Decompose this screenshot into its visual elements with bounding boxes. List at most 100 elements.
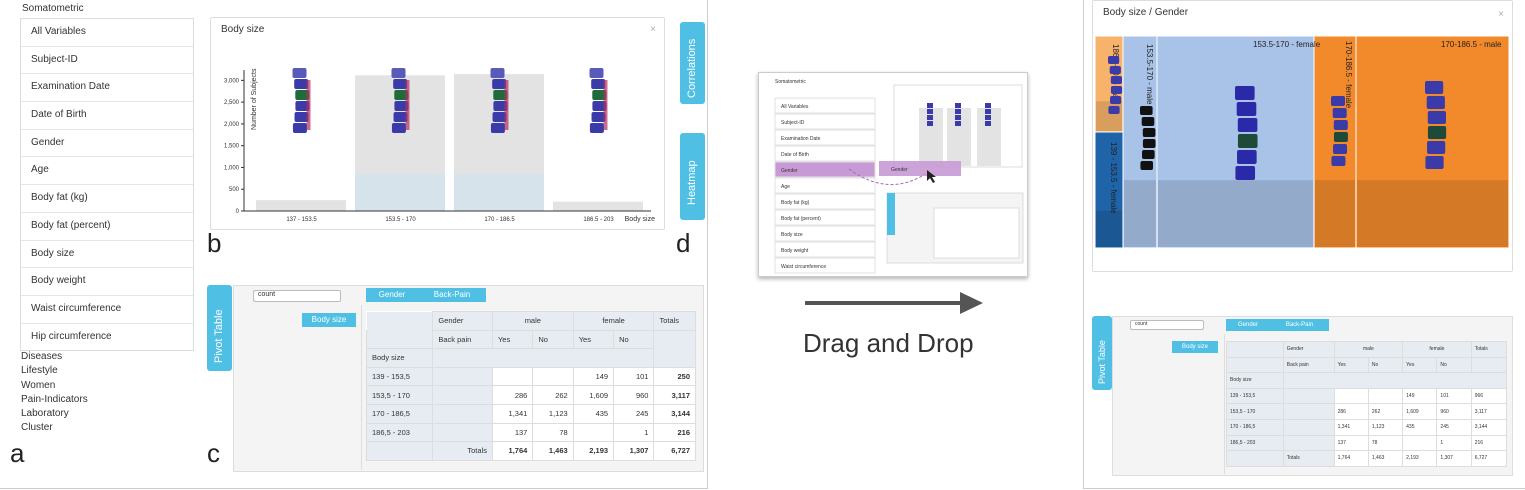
vertebra-icon [1331, 156, 1346, 166]
table-cell: 1,341 [491, 403, 534, 424]
mini-variable-label: Somatometric [775, 79, 806, 85]
table-cell [532, 366, 574, 387]
table-row: 170 - 186,5 1,341 1,123 435 245 3,144 [1226, 418, 1508, 436]
variable-item[interactable]: All Variables [21, 19, 193, 47]
variable-item[interactable]: Age [21, 157, 193, 186]
aggregator-select-small[interactable]: count [1130, 320, 1204, 330]
vertebra-icon [1108, 56, 1120, 64]
table-cell: 6,727 [653, 441, 696, 461]
table-row: 153,5 - 170 286 262 1,609 960 3,117 [1226, 403, 1508, 420]
table-cell: 216 [1470, 434, 1508, 452]
category-item[interactable]: Cluster [21, 421, 88, 435]
variable-item[interactable]: Examination Date [21, 74, 193, 103]
category-item[interactable]: Laboratory [21, 407, 88, 421]
category-title: Somatometric [22, 3, 84, 14]
table-row: 153,5 - 170 286 262 1,609 960 3,117 [365, 385, 696, 405]
tab-pivot-table[interactable]: Pivot Table [207, 285, 232, 371]
table-cell: 137 [1333, 434, 1369, 452]
table-cell: 1,307 [613, 441, 655, 461]
treemap-cell-shade [1315, 180, 1355, 247]
spine-highlight [504, 80, 509, 130]
pill-back-pain[interactable]: Back-Pain [418, 288, 486, 302]
table-cell: 216 [653, 422, 696, 443]
header-gender: Gender [432, 311, 493, 331]
table-cell [432, 385, 493, 405]
y-tick-label: 500 [229, 187, 240, 193]
vertebra-icon [292, 123, 307, 133]
variable-item[interactable]: Waist circumference [21, 296, 193, 324]
vertebra-icon [1333, 120, 1348, 130]
bar[interactable] [553, 201, 643, 211]
x-axis-label: Body size [625, 216, 655, 223]
mini-vertebra-icon [955, 103, 961, 108]
pill-gender[interactable]: Gender [366, 288, 418, 302]
y-tick-label: 2,000 [224, 122, 240, 128]
table-cell [1333, 387, 1369, 405]
table-cell [491, 366, 534, 387]
mini-variable-item [774, 177, 876, 194]
pill-body-size[interactable]: Body size [302, 313, 356, 327]
header-yes: Yes [1333, 356, 1369, 374]
mini-pivot-tab [887, 193, 895, 235]
table-cell: 250 [653, 366, 696, 387]
variable-item[interactable]: Date of Birth [21, 102, 193, 130]
variable-item[interactable]: Gender [21, 130, 193, 158]
category-item[interactable]: Pain-Indicators [21, 393, 88, 407]
x-tick-label: 186.5 - 203 [583, 217, 614, 223]
header-no: No [1436, 356, 1472, 374]
mini-vertebra-icon [927, 103, 933, 108]
pill-back-pain-small[interactable]: Back-Pain [1270, 319, 1329, 331]
vertebra-icon [1332, 108, 1347, 118]
y-tick-label: 1,500 [224, 144, 240, 150]
header-totals: Totals [1470, 341, 1508, 358]
bar[interactable] [256, 200, 346, 211]
tab-pivot-table-small[interactable]: Pivot Table [1092, 316, 1112, 390]
header-yes: Yes [491, 329, 534, 350]
category-item[interactable]: Women [21, 379, 88, 393]
category-list: Diseases Lifestyle Women Pain-Indicators Lab… [21, 350, 88, 436]
header-gender: Gender [1282, 341, 1335, 358]
table-cell [572, 422, 615, 443]
mini-vertebra-icon [927, 109, 933, 114]
pivot-table-label: Pivot Table [213, 309, 225, 363]
mini-vertebra-icon [927, 121, 933, 126]
y-tick-label: 2,500 [224, 100, 240, 106]
variable-item[interactable]: Body size [21, 241, 193, 269]
mini-vertebra-icon [955, 115, 961, 120]
pill-gender-small[interactable]: Gender [1226, 319, 1270, 331]
table-cell: 262 [532, 385, 574, 405]
table-row: 139 - 153,5 149 101 966 [1226, 387, 1508, 405]
pivot-table-small: Gender male female Totals Back pain Yes No Yes N… [1226, 341, 1508, 467]
vertebra-icon [1109, 66, 1121, 74]
x-tick-label: 137 - 153.5 [286, 217, 317, 223]
table-cell [1282, 403, 1335, 420]
table-cell: 245 [1436, 418, 1472, 436]
treemap-label: 153.5-170 - male [1145, 44, 1154, 105]
header-yes: Yes [572, 329, 615, 350]
vertebra-icon [294, 112, 309, 122]
variable-item[interactable]: Hip circumference [21, 324, 193, 351]
tab-correlations[interactable]: Correlations [680, 22, 705, 104]
variable-item[interactable]: Body fat (percent) [21, 213, 193, 241]
close-icon[interactable]: × [1498, 9, 1504, 20]
variable-item[interactable]: Body fat (kg) [21, 185, 193, 213]
variable-item[interactable]: Subject-ID [21, 47, 193, 75]
variable-item[interactable]: Body weight [21, 268, 193, 296]
table-cell [1367, 387, 1404, 405]
vertebra-icon [393, 79, 408, 89]
treemap-label: 153.5-170 - female [1253, 40, 1321, 49]
mini-vertebra-icon [985, 109, 991, 114]
mini-variable-label: Body weight [781, 248, 809, 254]
mini-variable-label: Waist circumference [781, 264, 826, 270]
drag-drop-illustration: Somatometric All Variables Subject-ID Exami… [758, 72, 1028, 277]
header-female: female [1402, 341, 1472, 358]
table-cell: 78 [1367, 434, 1404, 452]
y-tick-label: 1,000 [224, 165, 240, 171]
tab-heatmap[interactable]: Heatmap [680, 133, 705, 220]
category-item[interactable]: Diseases [21, 350, 88, 364]
table-cell: 78 [532, 422, 574, 443]
pill-body-size-small[interactable]: Body size [1172, 341, 1218, 353]
aggregator-select[interactable]: count [253, 290, 341, 302]
category-item[interactable]: Lifestyle [21, 364, 88, 378]
table-cell [1402, 434, 1438, 452]
